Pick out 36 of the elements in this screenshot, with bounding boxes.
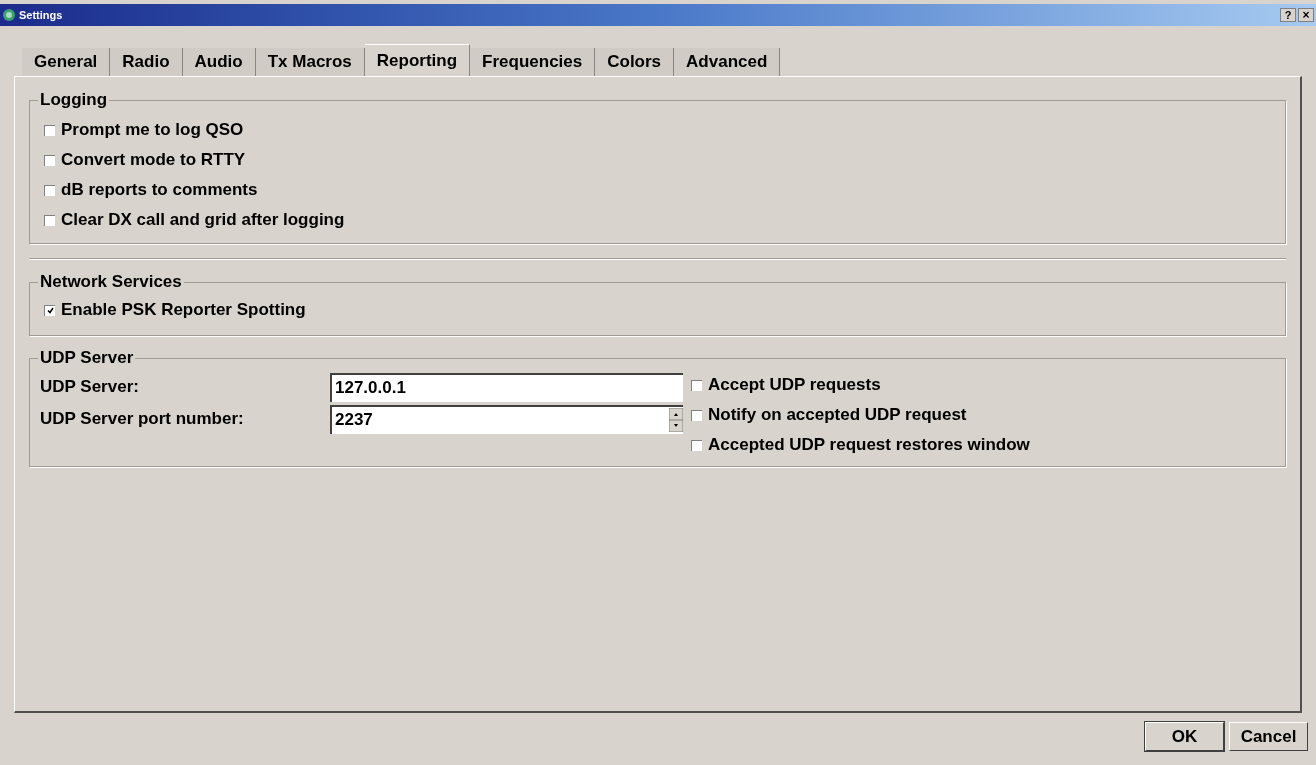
- checkmark-icon: [46, 307, 54, 314]
- field-label: UDP Server:: [40, 376, 140, 399]
- tab[interactable]: Frequencies: [470, 48, 596, 76]
- tab[interactable]: Radio: [110, 48, 183, 76]
- checkbox-label[interactable]: Accept UDP requests: [708, 372, 881, 398]
- checkbox-label[interactable]: Convert mode to RTTY: [61, 147, 246, 173]
- checkbox[interactable]: [44, 214, 55, 226]
- tab[interactable]: Reporting: [364, 44, 471, 76]
- checkbox-label[interactable]: Accepted UDP request restores window: [708, 432, 1030, 458]
- server-field[interactable]: 127.0.0.1: [330, 372, 683, 402]
- checkbox-label[interactable]: Prompt me to log QSO: [61, 117, 244, 143]
- window-title: Settings: [19, 7, 63, 23]
- checkbox[interactable]: [44, 304, 55, 316]
- tab[interactable]: Colors: [595, 48, 675, 76]
- checkbox[interactable]: [691, 409, 702, 421]
- tab[interactable]: Audio: [182, 48, 256, 76]
- checkbox-label[interactable]: Enable PSK Reporter Spotting: [61, 297, 306, 323]
- checkbox-label[interactable]: dB reports to comments: [61, 177, 258, 203]
- field-label: UDP Server port number:: [40, 408, 245, 431]
- port-spinbox[interactable]: 2237: [330, 404, 683, 434]
- tab[interactable]: General: [22, 48, 111, 76]
- checkbox[interactable]: [44, 184, 55, 196]
- checkbox[interactable]: [691, 379, 702, 391]
- checkbox-label[interactable]: Clear DX call and grid after logging: [61, 207, 345, 233]
- tab[interactable]: Advanced: [674, 48, 781, 76]
- checkbox[interactable]: [44, 154, 55, 166]
- close-button[interactable]: ×: [1298, 8, 1314, 22]
- spin-arrows-icon[interactable]: [669, 408, 683, 432]
- dialog-button[interactable]: OK: [1145, 722, 1224, 751]
- dialog-button[interactable]: Cancel: [1229, 722, 1308, 751]
- checkbox-label[interactable]: Notify on accepted UDP request: [708, 402, 967, 428]
- checkbox[interactable]: [44, 124, 55, 136]
- app-icon: [2, 8, 16, 22]
- help-button[interactable]: ?: [1280, 8, 1296, 22]
- checkbox[interactable]: [691, 439, 702, 451]
- tab[interactable]: Tx Macros: [255, 48, 365, 76]
